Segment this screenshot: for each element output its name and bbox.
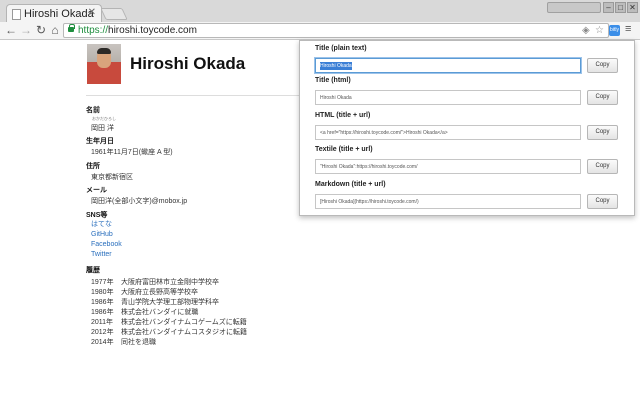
shield-icon[interactable]: ◈: [582, 25, 590, 36]
history-row: 1977年 大阪府富田林市立金剛中学校卒: [91, 279, 219, 286]
page-icon: [12, 9, 21, 20]
close-tab-icon[interactable]: ✕: [88, 7, 96, 18]
lock-icon: [68, 24, 75, 32]
name-label: 名前: [86, 107, 100, 114]
format-html-title: Title (html) Hiroshi Okada Copy: [315, 77, 629, 105]
tab-active[interactable]: Hiroshi Okada ✕: [6, 4, 102, 22]
section-name: 名前 おかだひろし 岡田 洋: [86, 105, 116, 133]
address-bar[interactable]: https://hiroshi.toycode.com ◈ ☆: [63, 23, 609, 38]
avatar-hair: [97, 48, 111, 54]
format-textile: Textile (title + url) "Hiroshi Okada":ht…: [315, 146, 629, 174]
bookmark-star-icon[interactable]: ☆: [595, 25, 604, 36]
divider: [86, 95, 299, 96]
history-row: 2012年 株式会社バンダイナムコスタジオに転籍: [91, 329, 247, 336]
history-row: 2014年 同社を退職: [91, 339, 156, 346]
page-title: Hiroshi Okada: [130, 54, 246, 73]
markdown-field[interactable]: [Hiroshi Okada](https://hiroshi.toycode.…: [315, 194, 581, 209]
copy-button[interactable]: Copy: [587, 194, 618, 209]
section-address: 住所 東京都新宿区: [86, 161, 133, 182]
tab-strip: Hiroshi Okada ✕ – □ ✕: [0, 0, 640, 22]
forward-icon[interactable]: →: [19, 23, 33, 37]
reload-icon[interactable]: ↻: [34, 23, 48, 37]
mail-value: 岡田洋(全部小文字)@mobox.jp: [91, 198, 188, 205]
format-plain-title: Title (plain text) Hiroshi Okada Copy: [315, 45, 629, 73]
mail-label: メール: [86, 187, 107, 194]
maximize-icon[interactable]: □: [615, 2, 626, 13]
format-label: Markdown (title + url): [315, 181, 386, 188]
birth-value: 1961年11月7日(蠍座 A 型): [91, 149, 173, 156]
browser-toolbar: ← → ↻ ⌂ https://hiroshi.toycode.com ◈ ☆ …: [0, 22, 640, 40]
history-row: 2011年 株式会社バンダイナムコゲームズに転籍: [91, 319, 247, 326]
section-sns: SNS等 はてな GitHub Facebook Twitter: [86, 210, 122, 260]
back-icon[interactable]: ←: [4, 23, 18, 37]
html-link-field[interactable]: <a href="https://hiroshi.toycode.com/">H…: [315, 125, 581, 140]
address-value: 東京都新宿区: [91, 174, 133, 181]
extension-icon[interactable]: bitly: [609, 25, 620, 36]
sns-link-hatena[interactable]: はてな: [86, 220, 122, 230]
copy-button[interactable]: Copy: [587, 125, 618, 140]
history-label: 履歴: [86, 267, 100, 274]
section-birth: 生年月日 1961年11月7日(蠍座 A 型): [86, 136, 173, 157]
sns-link-facebook[interactable]: Facebook: [86, 240, 122, 250]
history-row: 1986年 株式会社バンダイに就職: [91, 309, 199, 316]
menu-icon[interactable]: ≡: [625, 23, 631, 35]
avatar: [87, 44, 121, 84]
copy-button[interactable]: Copy: [587, 58, 618, 73]
history-row: 1986年 青山学院大学理工部物理学科卒: [91, 299, 219, 306]
plain-title-field[interactable]: Hiroshi Okada: [315, 58, 581, 73]
format-label: Title (plain text): [315, 45, 367, 52]
new-tab-button[interactable]: [100, 8, 128, 20]
history-row: 1980年 大阪府立長野高等学校卒: [91, 289, 198, 296]
section-history: 履歴 1977年 大阪府富田林市立金剛中学校卒 1980年 大阪府立長野高等学校卒 …: [86, 265, 247, 348]
sns-link-github[interactable]: GitHub: [86, 230, 122, 240]
format-html-link: HTML (title + url) <a href="https://hiro…: [315, 112, 629, 140]
format-label: Title (html): [315, 77, 351, 84]
tab-title: Hiroshi Okada: [24, 8, 94, 20]
copy-button[interactable]: Copy: [587, 90, 618, 105]
sns-label: SNS等: [86, 212, 108, 219]
sns-link-twitter[interactable]: Twitter: [86, 250, 122, 260]
minimize-icon[interactable]: –: [603, 2, 614, 13]
format-markdown: Markdown (title + url) [Hiroshi Okada](h…: [315, 181, 629, 209]
format-label: Textile (title + url): [315, 146, 373, 153]
html-title-field[interactable]: Hiroshi Okada: [315, 90, 581, 105]
copy-button[interactable]: Copy: [587, 159, 618, 174]
section-mail: メール 岡田洋(全部小文字)@mobox.jp: [86, 185, 187, 206]
format-label: HTML (title + url): [315, 112, 371, 119]
name-value: 岡田 洋: [91, 125, 114, 132]
url-text: https://hiroshi.toycode.com: [78, 25, 197, 36]
address-label: 住所: [86, 163, 100, 170]
birth-label: 生年月日: [86, 138, 114, 145]
textile-field[interactable]: "Hiroshi Okada":https://hiroshi.toycode.…: [315, 159, 581, 174]
home-icon[interactable]: ⌂: [48, 23, 62, 37]
extension-popup: Title (plain text) Hiroshi Okada Copy Ti…: [299, 40, 635, 216]
name-ruby: おかだひろし: [92, 116, 116, 121]
profile-button[interactable]: [547, 2, 601, 13]
close-window-icon[interactable]: ✕: [627, 2, 638, 13]
